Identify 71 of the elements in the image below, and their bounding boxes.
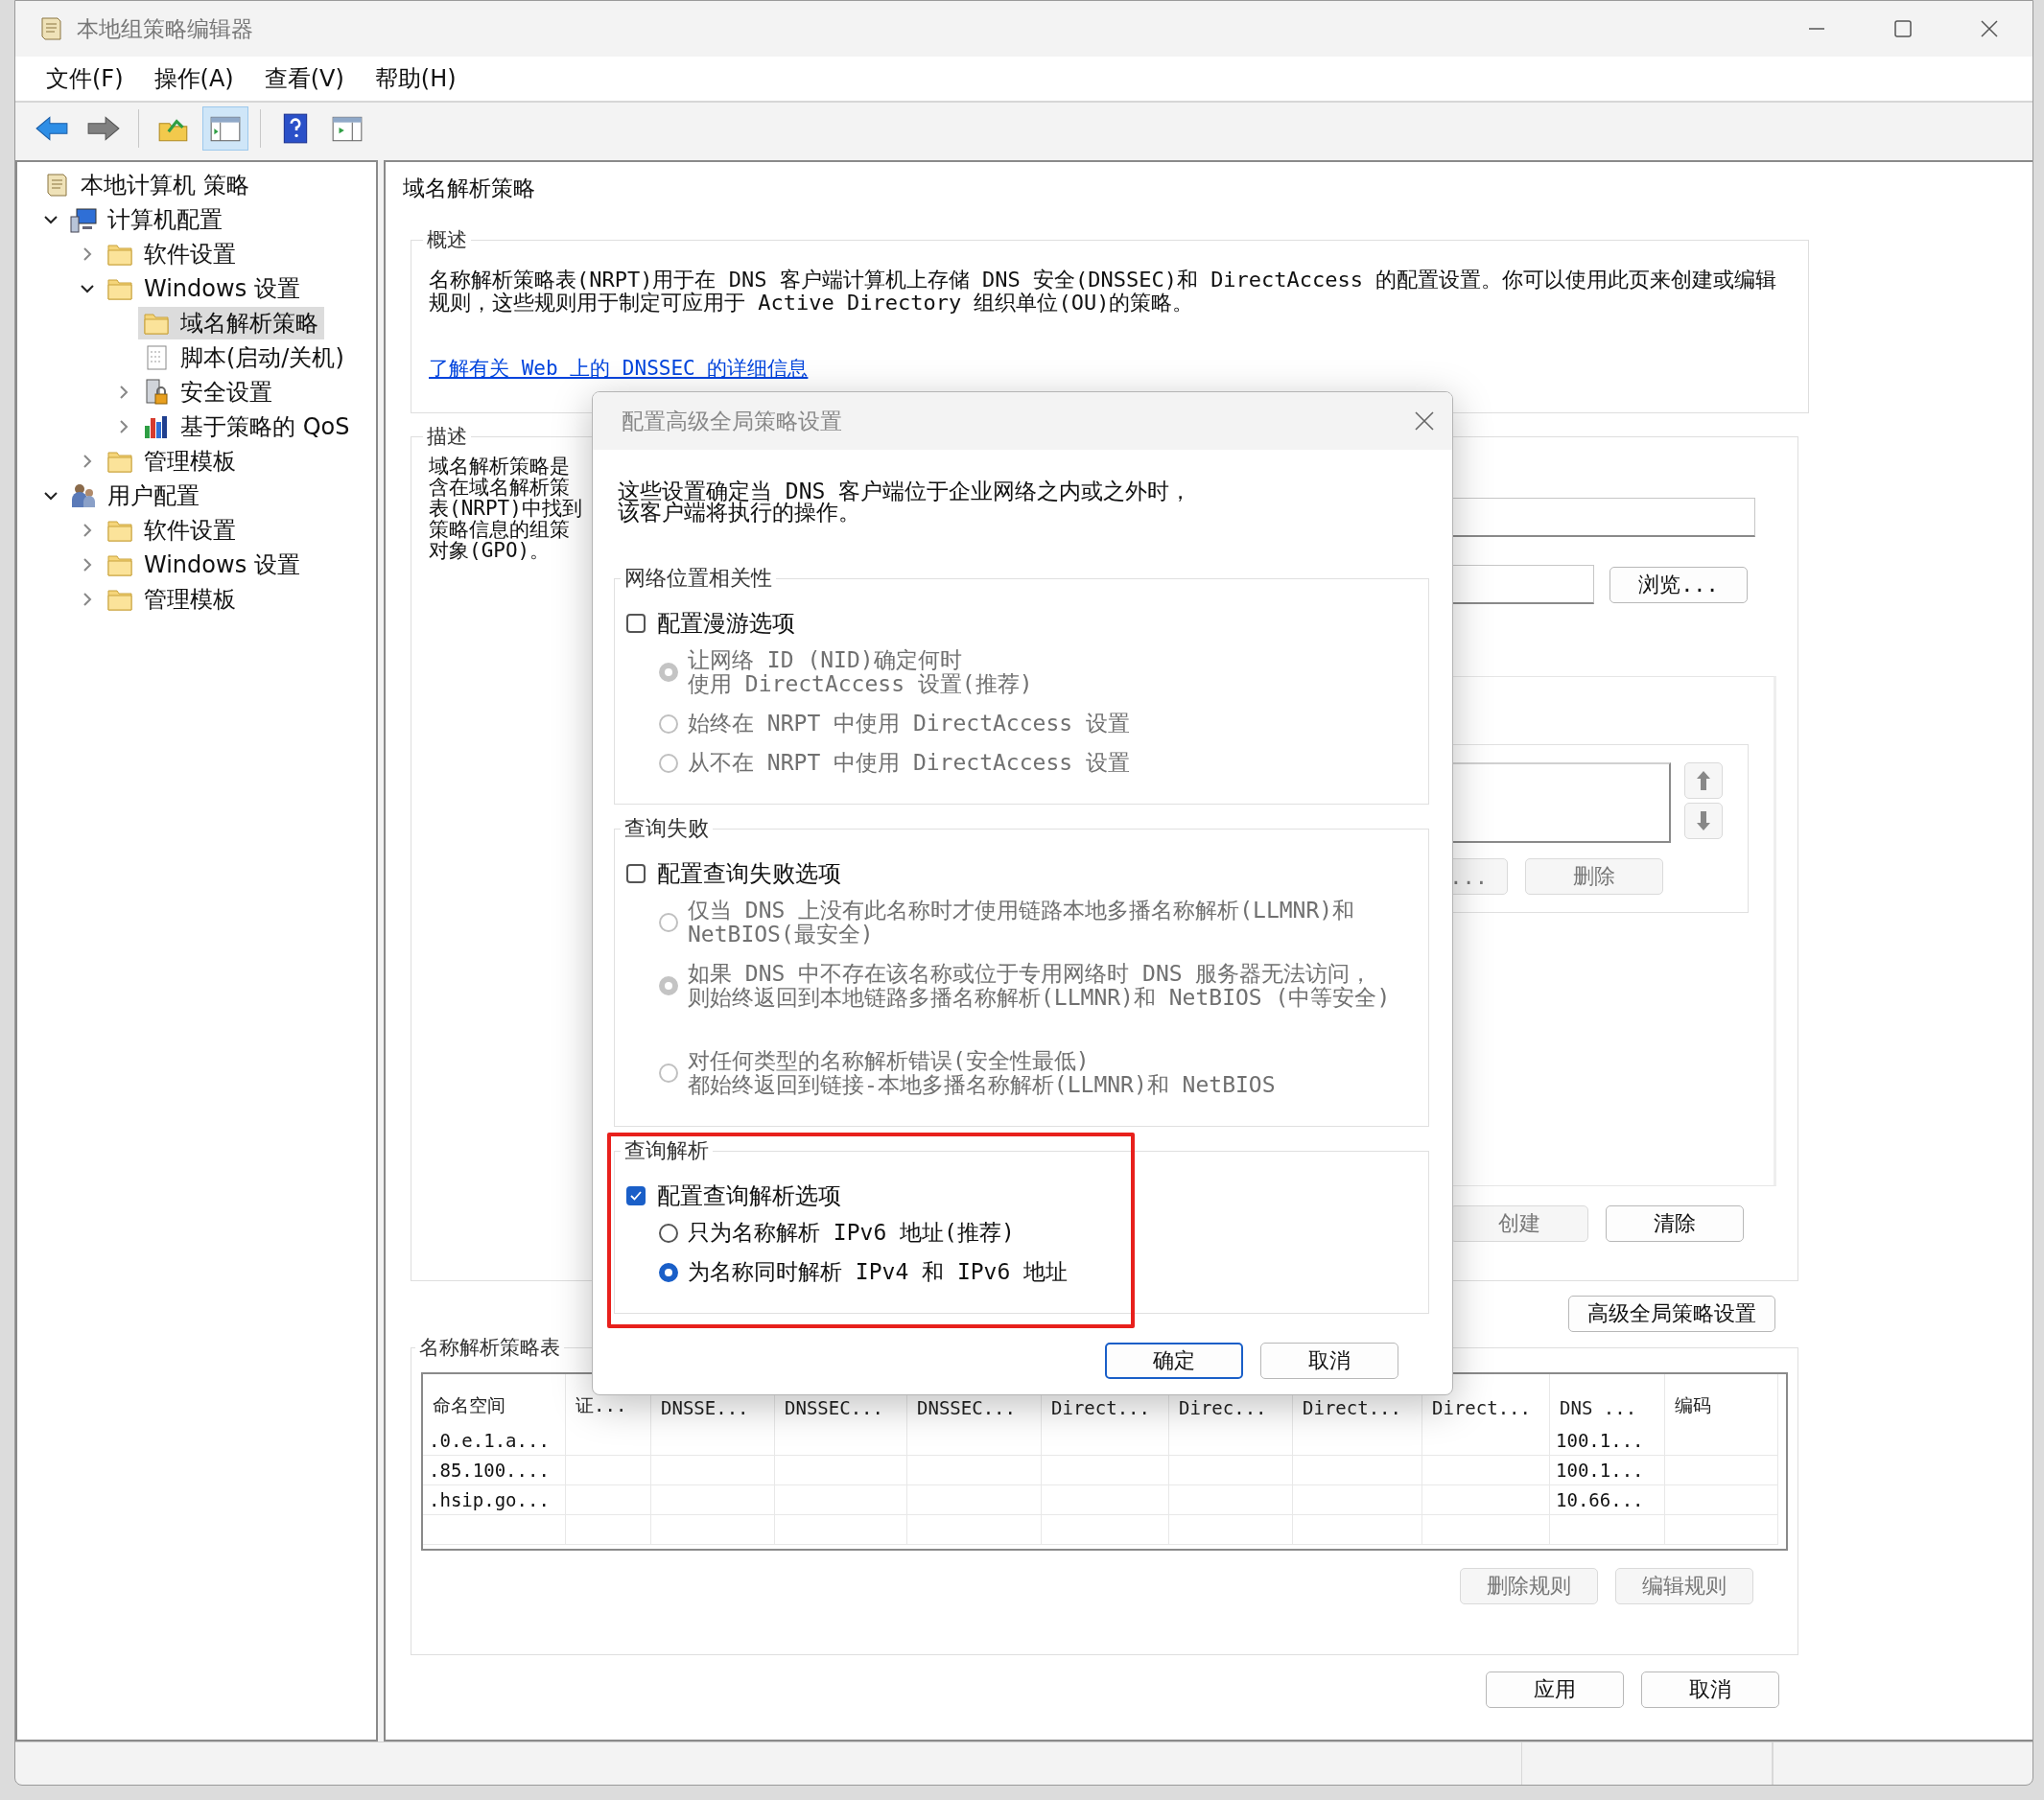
cancel-button[interactable]: 取消 bbox=[1641, 1671, 1779, 1708]
advanced-settings-button[interactable]: 高级全局策略设置 bbox=[1568, 1296, 1775, 1332]
computer-icon bbox=[69, 205, 98, 234]
radio-label[interactable]: 只为名称解析 IPv6 地址(推荐) bbox=[688, 1221, 1015, 1245]
intro-text: 这些设置确定当 DNS 客户端位于企业网络之内或之外时， bbox=[618, 480, 1193, 502]
clear-button[interactable]: 清除 bbox=[1606, 1205, 1744, 1242]
table-cell: 100.1... bbox=[1550, 1426, 1665, 1456]
dialog-title: 配置高级全局策略设置 bbox=[622, 407, 842, 435]
checkbox[interactable] bbox=[626, 1186, 646, 1205]
tree-item[interactable]: 管理模板 bbox=[102, 583, 242, 616]
menu-item[interactable]: 文件(F) bbox=[31, 63, 139, 94]
apply-button[interactable]: 应用 bbox=[1486, 1671, 1624, 1708]
forward-arrow-icon bbox=[86, 113, 121, 144]
toolbar-button[interactable] bbox=[202, 106, 248, 151]
radio-button[interactable] bbox=[659, 1223, 678, 1243]
column-header[interactable]: 编码 bbox=[1665, 1374, 1778, 1426]
checkbox-label[interactable]: 配置漫游选项 bbox=[657, 608, 795, 639]
table-cell: 10.66... bbox=[1550, 1485, 1665, 1515]
page-title: 域名解析策略 bbox=[403, 175, 536, 202]
description-text: 策略信息的组策 bbox=[429, 519, 571, 540]
checkbox[interactable] bbox=[626, 864, 646, 883]
table-cell: 100.1... bbox=[1550, 1456, 1665, 1485]
maximize-icon[interactable] bbox=[1892, 18, 1914, 39]
check-icon bbox=[629, 1189, 643, 1203]
tree-item[interactable]: 用户配置 bbox=[65, 479, 205, 512]
tree-item[interactable]: 软件设置 bbox=[102, 514, 242, 547]
tree-item[interactable]: 安全设置 bbox=[138, 376, 278, 409]
table-cell: .0.e.1.a... bbox=[423, 1426, 566, 1456]
group-title: 查询解析 bbox=[623, 1137, 710, 1164]
tree-item[interactable]: 本地计算机 策略 bbox=[38, 169, 255, 201]
help-link[interactable]: 了解有关 Web 上的 DNSSEC 的详细信息 bbox=[429, 355, 809, 382]
menu-item[interactable]: 操作(A) bbox=[138, 63, 249, 94]
group-title: 名称解析策略表 bbox=[418, 1335, 561, 1361]
column-header[interactable]: DNS ... bbox=[1550, 1374, 1665, 1426]
tree-item[interactable]: 基于策略的 QoS bbox=[138, 410, 356, 443]
radio-button[interactable] bbox=[659, 1262, 678, 1282]
description-text: 含在域名解析策 bbox=[429, 477, 571, 498]
menu-item[interactable]: 查看(V) bbox=[248, 63, 360, 94]
group-title: 网络位置相关性 bbox=[623, 565, 773, 592]
tree-item[interactable]: 域名解析策略 bbox=[138, 307, 324, 339]
group-title: 查询失败 bbox=[623, 815, 710, 842]
radio-label[interactable]: 为名称同时解析 IPv4 和 IPv6 地址 bbox=[688, 1260, 1069, 1284]
column-header[interactable]: 命名空间 bbox=[423, 1374, 566, 1426]
tree-item[interactable]: Windows 设置 bbox=[102, 272, 306, 305]
group-title: 概述 bbox=[426, 227, 468, 253]
checkbox-label[interactable]: 配置查询失败选项 bbox=[657, 858, 841, 889]
menu-item[interactable]: 帮助(H) bbox=[359, 63, 472, 94]
arrow-down-icon bbox=[1694, 809, 1713, 832]
tree-item[interactable]: 管理模板 bbox=[102, 445, 242, 478]
checkbox[interactable] bbox=[626, 614, 646, 633]
group-title: 描述 bbox=[426, 424, 468, 450]
tree-item[interactable]: Windows 设置 bbox=[102, 549, 306, 581]
tree-item[interactable]: 脚本(启动/关机) bbox=[138, 341, 350, 374]
description-text: 表(NRPT)中找到 bbox=[429, 498, 583, 519]
table-cell: .hsip.go... bbox=[423, 1485, 566, 1515]
description-text: 域名解析策略是 bbox=[429, 456, 571, 477]
window-title: 本地组策略编辑器 bbox=[77, 14, 253, 43]
ok-button[interactable]: 确定 bbox=[1105, 1343, 1243, 1379]
overview-text: 名称解析策略表(NRPT)用于在 DNS 客户端计算机上存储 DNS 安全(DNSSEC)和 DirectAccess 的配置设置。你可以使用此页来创建或编辑规则，这些规则用于制定可应用于 Active Directory 组织单位(OU)的策略。 bbox=[429, 269, 1778, 315]
users-icon bbox=[69, 481, 98, 510]
close-icon[interactable] bbox=[1979, 18, 2000, 39]
cancel-button[interactable]: 取消 bbox=[1260, 1343, 1398, 1379]
table-cell: .85.100.... bbox=[423, 1456, 566, 1485]
back-arrow-icon bbox=[35, 113, 69, 144]
intro-text: 该客户端将执行的操作。 bbox=[618, 502, 861, 523]
checkbox-label[interactable]: 配置查询解析选项 bbox=[657, 1181, 841, 1211]
tree-item[interactable]: 软件设置 bbox=[102, 238, 242, 270]
arrow-up-icon bbox=[1694, 769, 1713, 792]
tree-item[interactable]: 计算机配置 bbox=[65, 203, 228, 236]
browse-button[interactable]: 浏览... bbox=[1609, 566, 1748, 603]
description-text: 对象(GPO)。 bbox=[429, 540, 552, 561]
